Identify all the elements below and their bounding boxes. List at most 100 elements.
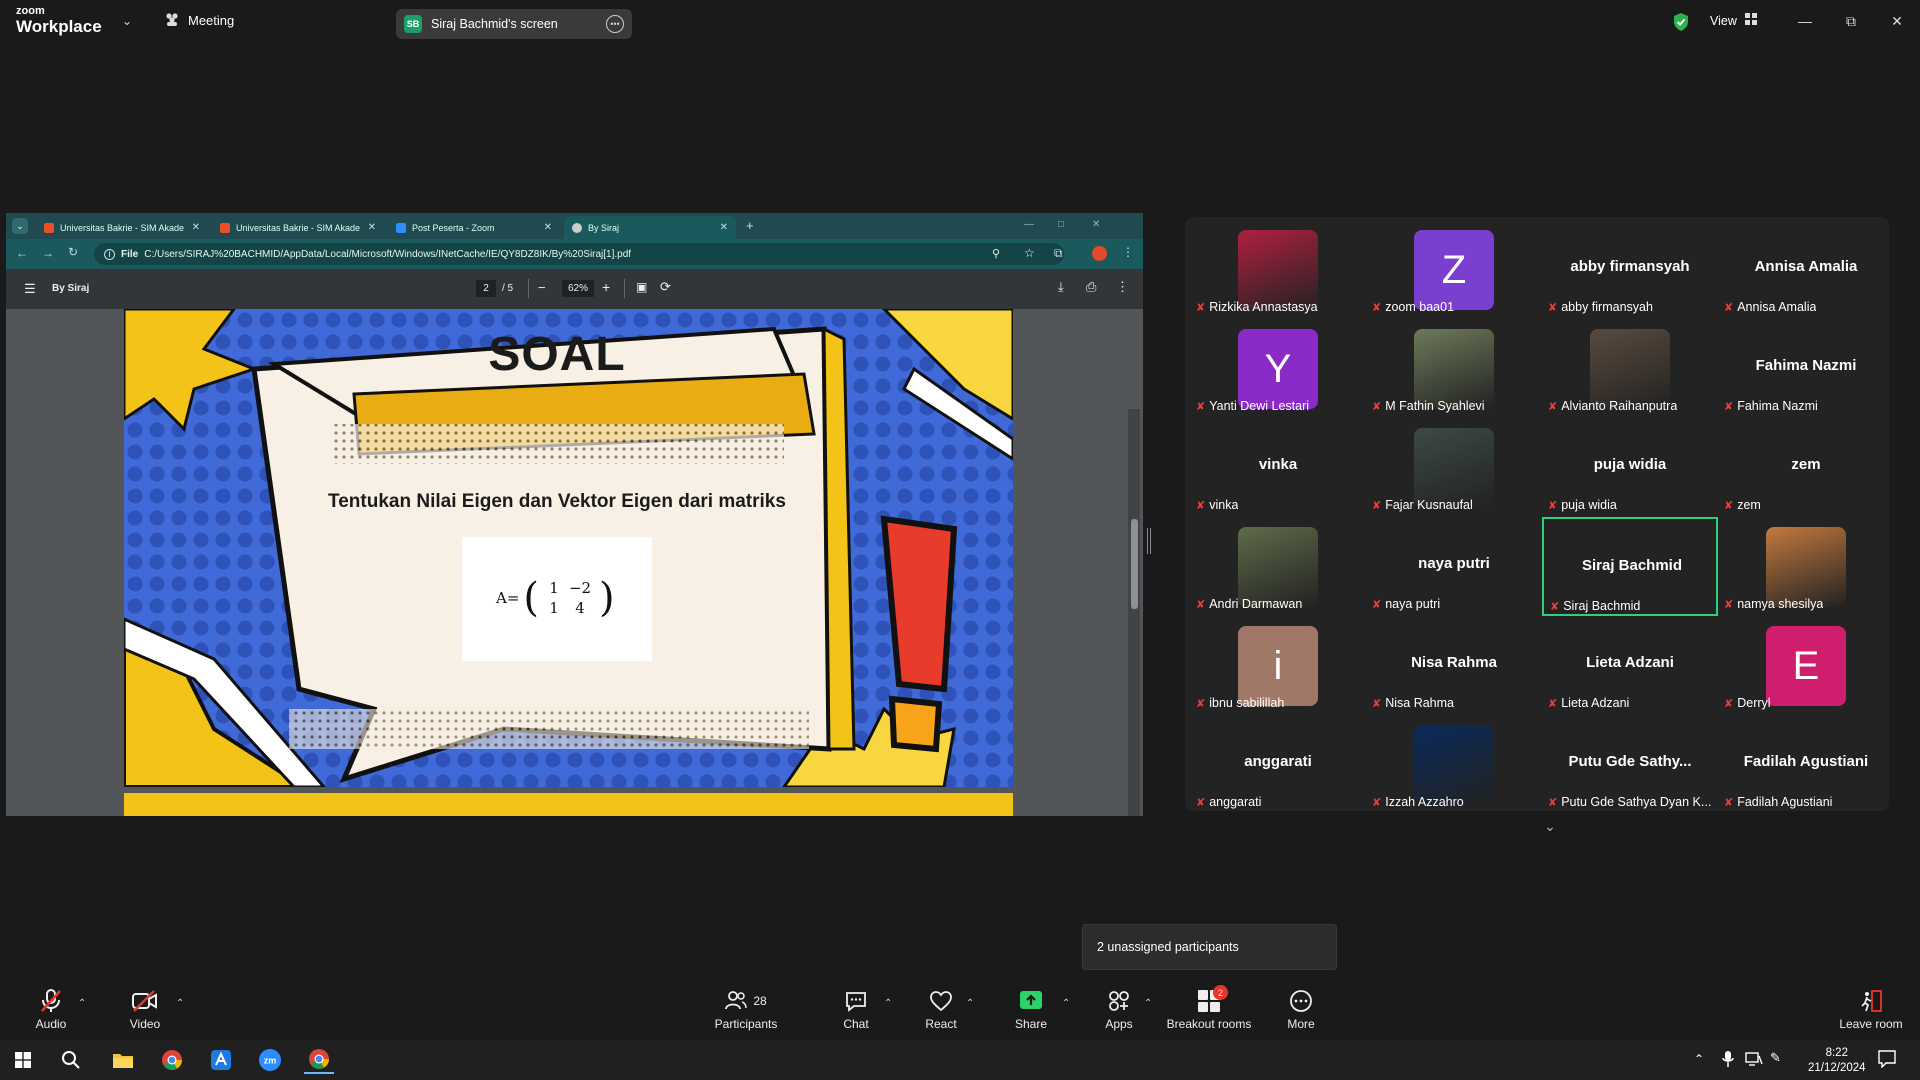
microphone-icon[interactable] bbox=[1722, 1050, 1734, 1073]
participant-tile[interactable]: ✘ Izzah Azzahro bbox=[1366, 715, 1542, 814]
participant-tile[interactable]: Fahima Nazmi ✘ Fahima Nazmi bbox=[1718, 319, 1894, 418]
taskbar-clock[interactable]: 8:22 21/12/2024 bbox=[1808, 1046, 1866, 1076]
pen-icon[interactable]: ✎ bbox=[1770, 1050, 1781, 1066]
extensions-icon[interactable]: ⧉ bbox=[1054, 246, 1063, 261]
video-button[interactable]: Video bbox=[124, 980, 166, 1040]
participant-tile[interactable]: anggarati ✘ anggarati bbox=[1190, 715, 1366, 814]
participant-tile[interactable]: Z ✘ zoom baa01 bbox=[1366, 220, 1542, 319]
close-icon[interactable]: ✕ bbox=[1882, 10, 1912, 32]
chevron-down-icon[interactable]: ⌄ bbox=[1528, 818, 1572, 838]
participant-name-label: ✘ Derryl bbox=[1724, 696, 1771, 710]
audio-options-caret[interactable]: ⌃ bbox=[78, 998, 86, 1009]
close-tab-icon[interactable]: ✕ bbox=[368, 222, 376, 233]
shield-check-icon[interactable] bbox=[1672, 12, 1690, 37]
shared-screen-pill[interactable]: SB Siraj Bachmid's screen ••• bbox=[396, 9, 632, 39]
participant-tile[interactable]: i ✘ ibnu sabilillah bbox=[1190, 616, 1366, 715]
new-tab-icon[interactable]: + bbox=[746, 218, 754, 233]
windows-start-icon[interactable] bbox=[8, 1046, 38, 1074]
zoom-app-icon[interactable]: zm bbox=[255, 1046, 285, 1074]
react-button[interactable]: React bbox=[920, 980, 962, 1040]
minimize-icon[interactable]: — bbox=[1024, 219, 1034, 230]
hamburger-menu-icon[interactable]: ☰ bbox=[24, 281, 36, 297]
zoom-out-icon[interactable]: − bbox=[538, 280, 546, 295]
chevron-down-icon[interactable]: ⌄ bbox=[122, 14, 132, 28]
browser-tab[interactable]: Post Peserta - Zoom ✕ bbox=[388, 216, 560, 239]
participant-tile[interactable]: ✘ namya shesilya bbox=[1718, 517, 1894, 616]
participant-tile[interactable]: zem ✘ zem bbox=[1718, 418, 1894, 517]
file-explorer-icon[interactable] bbox=[108, 1046, 138, 1074]
participant-tile[interactable]: ✘ Alvianto Raihanputra bbox=[1542, 319, 1718, 418]
participant-tile[interactable]: ✘ Rizkika Annastasya bbox=[1190, 220, 1366, 319]
network-icon[interactable] bbox=[1745, 1052, 1763, 1071]
participant-tile[interactable]: abby firmansyah ✘ abby firmansyah bbox=[1542, 220, 1718, 319]
close-tab-icon[interactable]: ✕ bbox=[544, 222, 552, 233]
participants-button[interactable]: 28 Participants bbox=[710, 980, 782, 1040]
app-store-icon[interactable] bbox=[206, 1046, 236, 1074]
meeting-button[interactable]: Meeting bbox=[164, 12, 234, 29]
page-number-input[interactable]: 2 bbox=[476, 280, 496, 297]
close-icon[interactable]: ✕ bbox=[1092, 219, 1100, 230]
search-icon[interactable] bbox=[56, 1046, 86, 1074]
share-button[interactable]: Share bbox=[1010, 980, 1052, 1040]
restore-icon[interactable]: □ bbox=[1058, 219, 1064, 230]
forward-icon[interactable]: → bbox=[42, 246, 54, 260]
view-button[interactable]: View bbox=[1710, 13, 1757, 28]
zoom-search-icon[interactable]: ⚲ bbox=[992, 247, 1000, 260]
react-options-caret[interactable]: ⌃ bbox=[966, 998, 974, 1009]
more-options-icon[interactable]: ••• bbox=[606, 15, 624, 33]
restore-icon[interactable]: ⧉ bbox=[1836, 10, 1866, 32]
participant-tile[interactable]: Putu Gde Sathy... ✘ Putu Gde Sathya Dyan K… bbox=[1542, 715, 1718, 814]
chrome-icon[interactable] bbox=[157, 1046, 187, 1074]
chat-button[interactable]: Chat bbox=[835, 980, 877, 1040]
participant-tile[interactable]: puja widia ✘ puja widia bbox=[1542, 418, 1718, 517]
pdf-scrollbar[interactable] bbox=[1128, 409, 1140, 816]
chrome-active-icon[interactable] bbox=[304, 1046, 334, 1074]
more-button[interactable]: More bbox=[1280, 980, 1322, 1040]
chat-options-caret[interactable]: ⌃ bbox=[884, 998, 892, 1009]
zoom-in-icon[interactable]: + bbox=[602, 279, 610, 295]
participant-tile[interactable]: Fadilah Agustiani ✘ Fadilah Agustiani bbox=[1718, 715, 1894, 814]
download-icon[interactable]: ⤓ bbox=[1058, 279, 1064, 295]
participant-tile[interactable]: Lieta Adzani ✘ Lieta Adzani bbox=[1542, 616, 1718, 715]
browser-tab[interactable]: Universitas Bakrie - SIM Akade ✕ bbox=[212, 216, 384, 239]
participant-tile[interactable]: vinka ✘ vinka bbox=[1190, 418, 1366, 517]
breakout-rooms-button[interactable]: 2 Breakout rooms bbox=[1164, 980, 1254, 1040]
participant-tile[interactable]: ✘ Andri Darmawan bbox=[1190, 517, 1366, 616]
leave-room-button[interactable]: Leave room bbox=[1836, 980, 1906, 1040]
pdf-more-icon[interactable]: ⋮ bbox=[1116, 279, 1129, 295]
bookmark-star-icon[interactable]: ☆ bbox=[1024, 246, 1035, 260]
apps-button[interactable]: Apps bbox=[1098, 980, 1140, 1040]
zoom-level-input[interactable]: 62% bbox=[562, 280, 594, 297]
fit-page-icon[interactable]: ▣ bbox=[636, 280, 647, 294]
video-options-caret[interactable]: ⌃ bbox=[176, 998, 184, 1009]
apps-options-caret[interactable]: ⌃ bbox=[1144, 998, 1152, 1009]
print-icon[interactable]: ⎙ bbox=[1086, 279, 1096, 295]
rotate-icon[interactable]: ⟳ bbox=[660, 279, 671, 295]
zoom-logo[interactable]: zoom Workplace bbox=[16, 6, 102, 36]
browser-menu-icon[interactable]: ⋮ bbox=[1122, 245, 1134, 259]
participant-tile[interactable]: naya putri ✘ naya putri bbox=[1366, 517, 1542, 616]
close-tab-icon[interactable]: ✕ bbox=[720, 222, 728, 233]
split-resize-handle[interactable] bbox=[1147, 528, 1151, 554]
tab-search-icon[interactable]: ⌄ bbox=[12, 218, 28, 234]
browser-tab[interactable]: Universitas Bakrie - SIM Akade ✕ bbox=[36, 216, 208, 239]
browser-tab-active[interactable]: By Siraj ✕ bbox=[564, 216, 736, 239]
participant-tile[interactable]: Y ✘ Yanti Dewi Lestari bbox=[1190, 319, 1366, 418]
reload-icon[interactable]: ↻ bbox=[68, 245, 78, 259]
system-tray-chevron-icon[interactable]: ⌃ bbox=[1694, 1052, 1704, 1066]
participant-tile[interactable]: ✘ Fajar Kusnaufal bbox=[1366, 418, 1542, 517]
participant-tile[interactable]: E ✘ Derryl bbox=[1718, 616, 1894, 715]
participant-tile[interactable]: Annisa Amalia ✘ Annisa Amalia bbox=[1718, 220, 1894, 319]
close-tab-icon[interactable]: ✕ bbox=[192, 222, 200, 233]
minimize-icon[interactable]: — bbox=[1790, 10, 1820, 32]
participant-tile[interactable]: ✘ M Fathin Syahlevi bbox=[1366, 319, 1542, 418]
audio-button[interactable]: Audio bbox=[30, 980, 72, 1040]
url-input[interactable]: i File C:/Users/SIRAJ%20BACHMID/AppData/… bbox=[94, 243, 1064, 265]
profile-avatar[interactable] bbox=[1092, 246, 1107, 261]
participant-tile[interactable]: Nisa Rahma ✘ Nisa Rahma bbox=[1366, 616, 1542, 715]
participant-tile[interactable]: Siraj Bachmid ✘ Siraj Bachmid bbox=[1542, 517, 1718, 616]
back-icon[interactable]: ← bbox=[16, 246, 28, 260]
share-options-caret[interactable]: ⌃ bbox=[1062, 998, 1070, 1009]
notifications-icon[interactable] bbox=[1878, 1050, 1896, 1073]
pdf-scrollbar-thumb[interactable] bbox=[1131, 519, 1138, 609]
